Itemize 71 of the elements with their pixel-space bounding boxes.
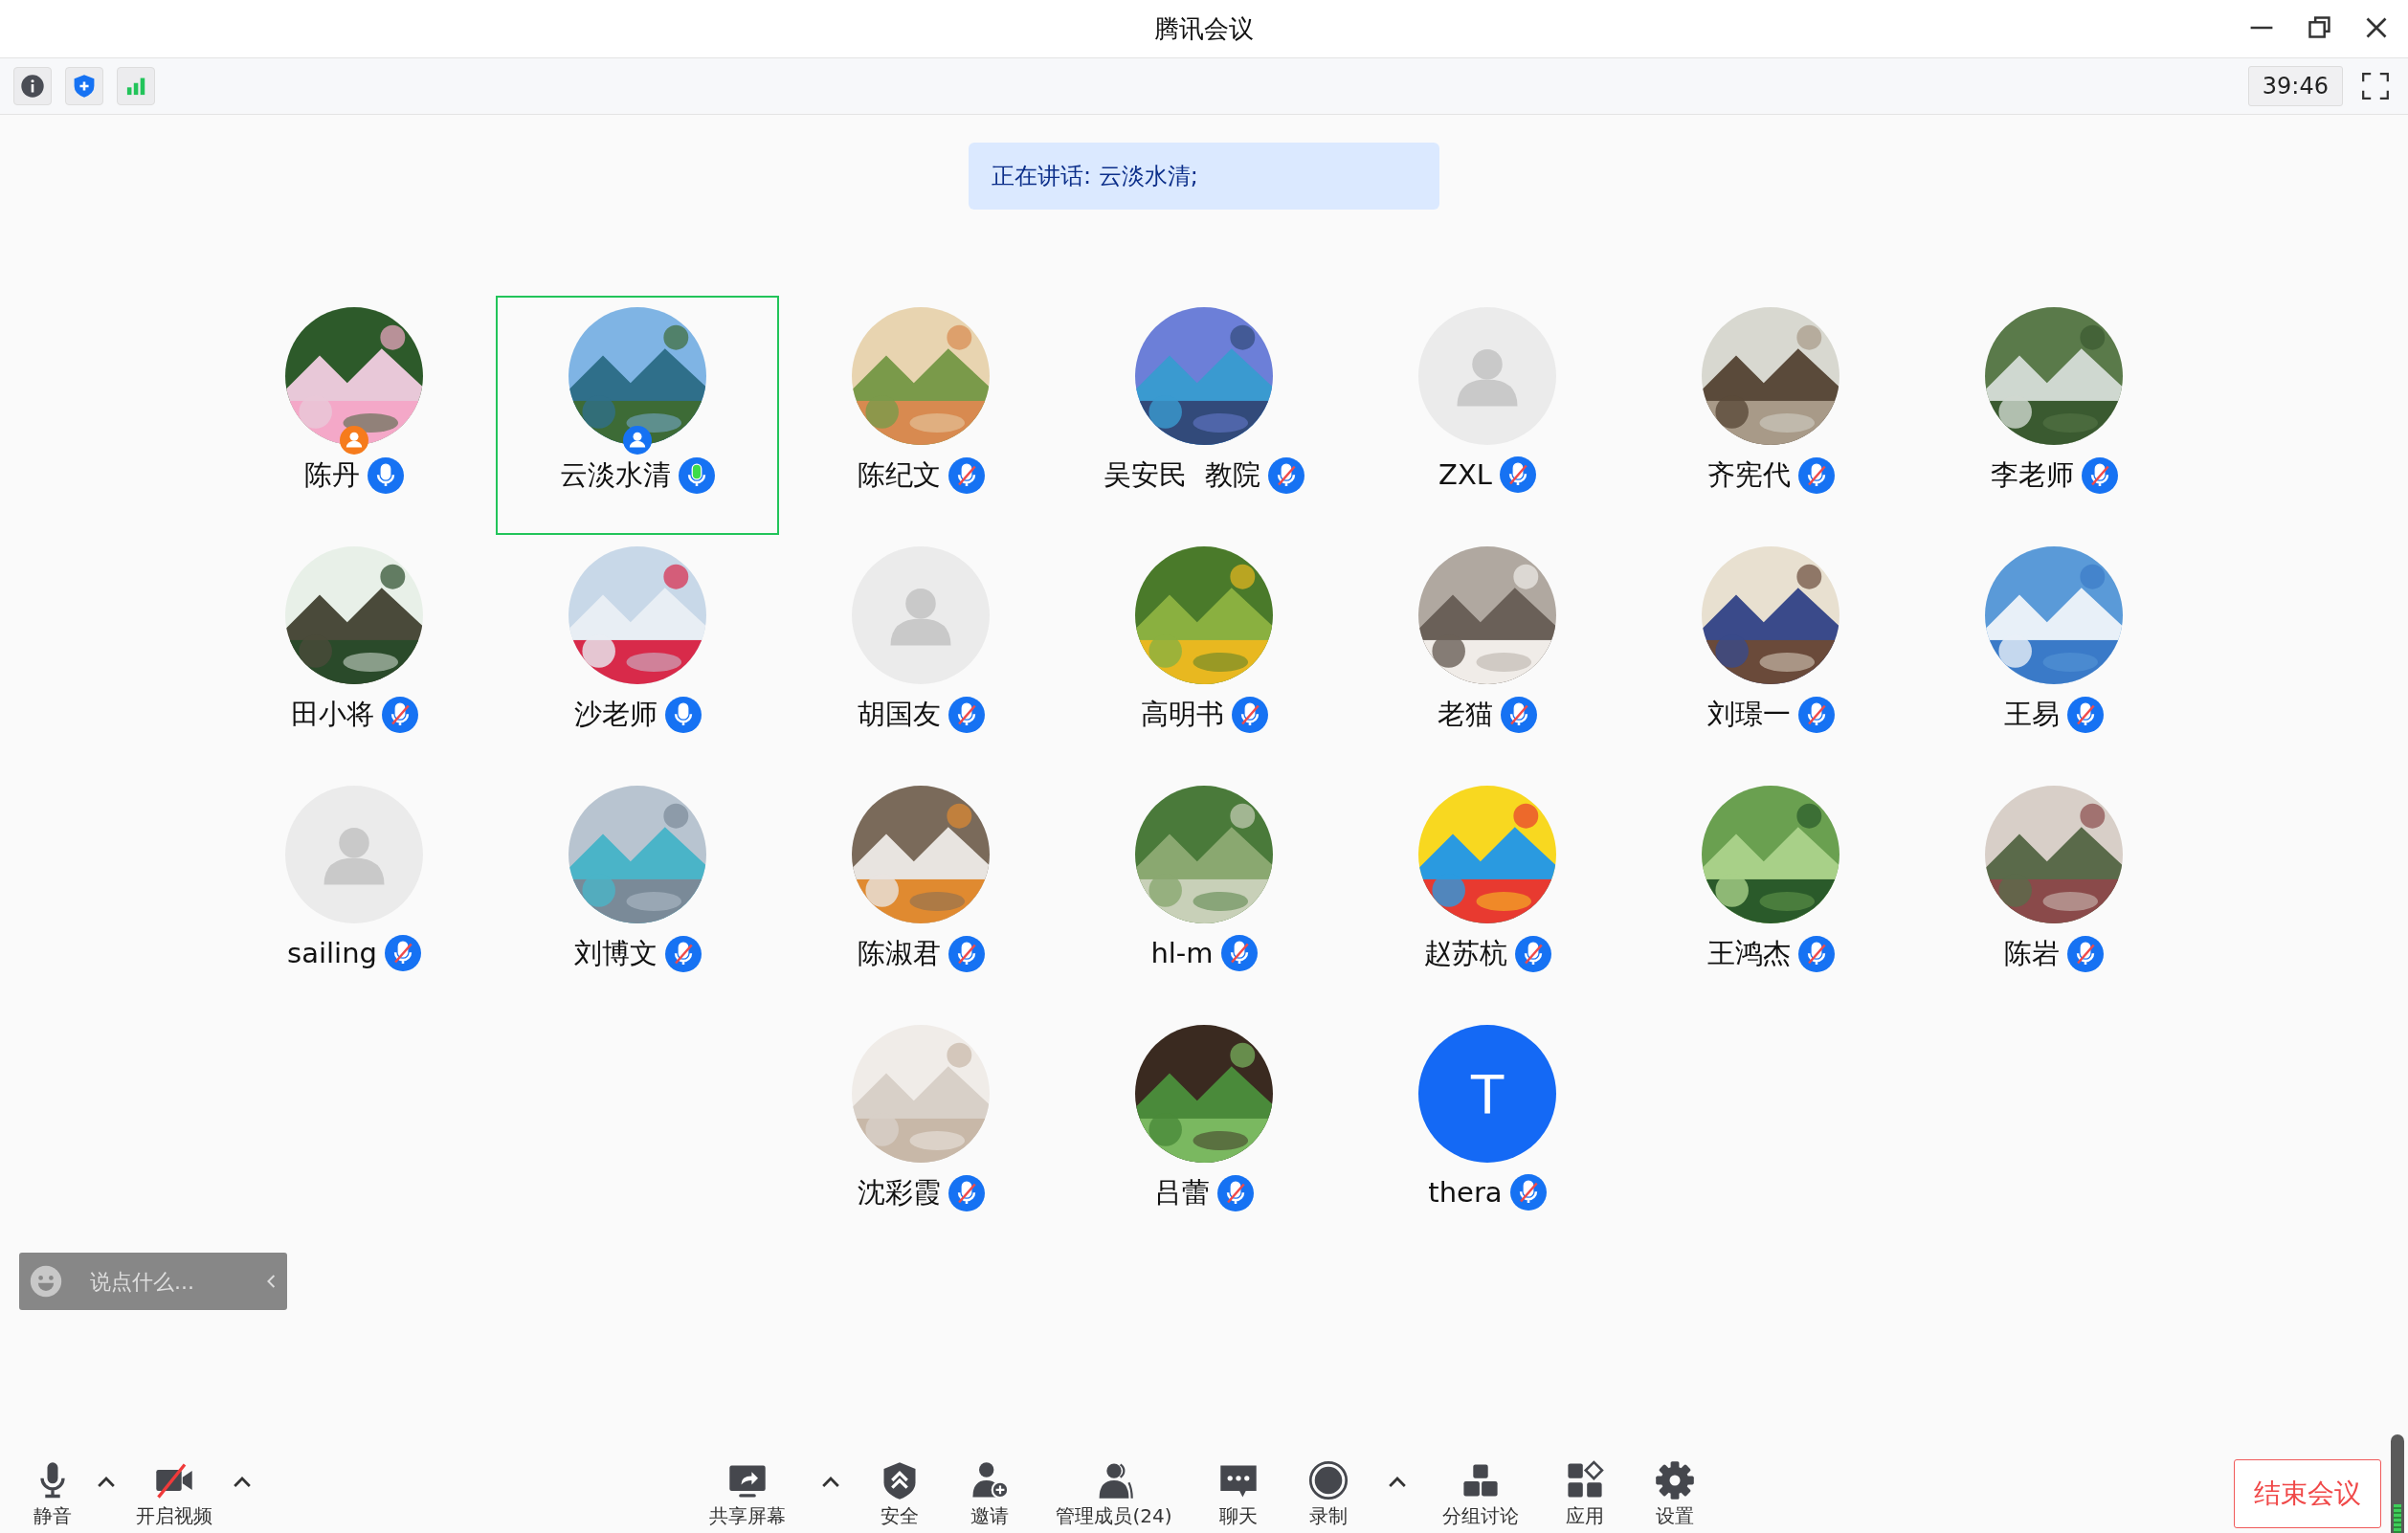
participant-name: 陈岩 xyxy=(2004,936,2060,971)
invite-button[interactable]: 邀请 xyxy=(956,1458,1024,1529)
participant-name: 王鸿杰 xyxy=(1706,936,1791,971)
chat-input-field[interactable]: 说点什么... xyxy=(90,1269,234,1294)
apps-button[interactable]: 应用 xyxy=(1550,1458,1618,1529)
participant-name: 高明书 xyxy=(1140,697,1224,732)
participant-tile[interactable]: ZXL xyxy=(1346,296,1629,535)
participant-tile[interactable]: 齐宪代 xyxy=(1629,296,1912,535)
letter-avatar: T xyxy=(1418,1025,1556,1163)
breakout-button[interactable]: 分组讨论 xyxy=(1432,1458,1528,1529)
participant-tile[interactable]: 吕蕾 xyxy=(1062,1013,1346,1253)
members-button[interactable]: 管理成员(24) xyxy=(1046,1458,1182,1529)
info-button[interactable] xyxy=(13,67,52,105)
shield-icon xyxy=(72,74,97,99)
participant-tile[interactable]: 陈纪文 xyxy=(779,296,1062,535)
participant-tile[interactable]: 王易 xyxy=(1912,535,2196,774)
video-off-button[interactable]: 开启视频 xyxy=(126,1458,222,1529)
participant-name: 陈丹 xyxy=(304,457,360,493)
participant-name: 吴安民 教院 xyxy=(1104,457,1260,493)
record-icon xyxy=(1306,1458,1349,1501)
participant-name: thera xyxy=(1428,1176,1503,1209)
participant-name: 王易 xyxy=(2004,697,2060,732)
participant-tile[interactable]: 赵苏杭 xyxy=(1346,774,1629,1013)
participant-name: 陈淑君 xyxy=(857,936,941,971)
participant-name: 胡国友 xyxy=(857,697,941,732)
participant-name: 赵苏杭 xyxy=(1423,936,1507,971)
participant-name: 齐宪代 xyxy=(1706,457,1791,493)
participant-tile[interactable]: hl-m xyxy=(1062,774,1346,1013)
participant-tile[interactable]: 老猫 xyxy=(1346,535,1629,774)
participant-tile[interactable]: 刘博文 xyxy=(496,774,779,1013)
participant-name: sailing xyxy=(287,937,377,969)
participant-tile[interactable]: 刘璟一 xyxy=(1629,535,1912,774)
participant-name: 刘璟一 xyxy=(1706,697,1791,732)
participant-tile[interactable]: 沙老师 xyxy=(496,535,779,774)
security-button[interactable] xyxy=(65,67,103,105)
participant-tile[interactable]: sailing xyxy=(212,774,496,1013)
participant-name: 田小将 xyxy=(290,697,374,732)
participant-name: 刘博文 xyxy=(573,936,658,971)
participant-tile[interactable]: 田小将 xyxy=(212,535,496,774)
participant-tile[interactable]: T thera xyxy=(1346,1013,1629,1253)
chat-button[interactable]: 聊天 xyxy=(1204,1458,1272,1529)
window-title: 腾讯会议 xyxy=(1154,12,1254,45)
participant-tile[interactable]: 王鸿杰 xyxy=(1629,774,1912,1013)
participant-tile[interactable]: 陈淑君 xyxy=(779,774,1062,1013)
participant-tile[interactable]: 李老师 xyxy=(1912,296,2196,535)
speaking-banner: 正在讲话: 云淡水清; xyxy=(969,143,1439,210)
participant-name: hl-m xyxy=(1150,937,1214,969)
participant-name: ZXL xyxy=(1438,458,1492,491)
participant-tile[interactable]: 陈岩 xyxy=(1912,774,2196,1013)
record-button[interactable]: 录制 xyxy=(1294,1458,1362,1529)
security-button[interactable]: 安全 xyxy=(866,1458,934,1529)
settings-icon xyxy=(1653,1458,1696,1501)
settings-button[interactable]: 设置 xyxy=(1640,1458,1708,1529)
participant-name: 陈纪文 xyxy=(857,457,941,493)
meeting-timer: 39:46 xyxy=(2247,66,2343,106)
participant-name: 沙老师 xyxy=(573,697,658,732)
mic-button[interactable]: 静音 xyxy=(19,1458,86,1529)
participant-tile[interactable]: 高明书 xyxy=(1062,535,1346,774)
participant-name: 吕蕾 xyxy=(1154,1175,1210,1211)
participant-tile[interactable]: 胡国友 xyxy=(779,535,1062,774)
participant-tile[interactable]: 吴安民 教院 xyxy=(1062,296,1346,535)
participant-name: 沈彩霞 xyxy=(857,1175,941,1211)
participant-name: 李老师 xyxy=(1990,457,2074,493)
end-meeting-button[interactable]: 结束会议 xyxy=(2234,1459,2381,1528)
info-icon xyxy=(20,74,45,99)
participant-name: 老猫 xyxy=(1438,697,1493,732)
participant-tile[interactable]: 沈彩霞 xyxy=(779,1013,1062,1253)
participant-tile[interactable]: 陈丹 xyxy=(212,296,496,535)
share-button[interactable]: 共享屏幕 xyxy=(700,1458,796,1529)
participant-name: 云淡水清 xyxy=(560,457,671,493)
participant-tile[interactable]: 云淡水清 xyxy=(496,296,779,535)
